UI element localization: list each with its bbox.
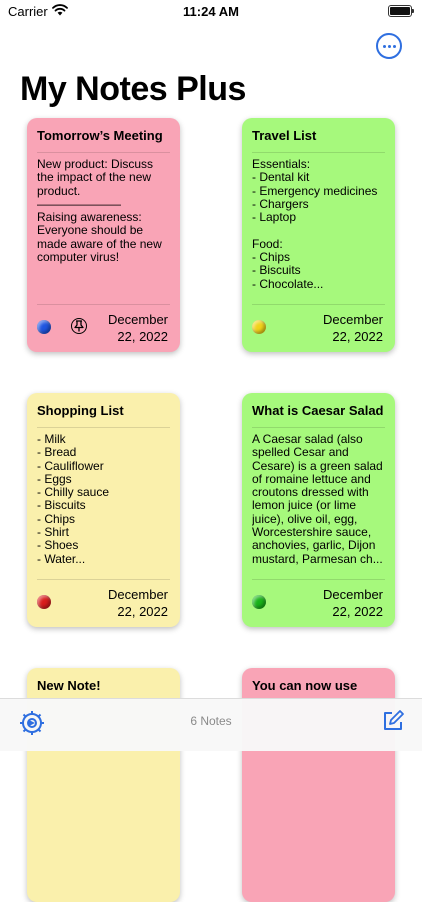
note-title: Shopping List — [37, 403, 124, 418]
note-title: Travel List — [252, 128, 317, 143]
status-bar: Carrier 11:24 AM — [0, 0, 422, 24]
note-date: December 22, 2022 — [108, 587, 168, 619]
note-title: Tomorrow’s Meeting — [37, 128, 163, 143]
note-footer-divider — [252, 304, 385, 305]
pin-icon[interactable] — [71, 318, 87, 334]
note-color-dot[interactable] — [37, 595, 51, 609]
ellipsis-dot — [383, 45, 386, 48]
note-divider — [37, 152, 170, 153]
status-time: 11:24 AM — [183, 4, 239, 19]
note-title: What is Caesar Salad — [252, 403, 384, 418]
note-footer-divider — [252, 579, 385, 580]
note-title: New Note! — [37, 678, 101, 693]
note-divider — [252, 152, 385, 153]
compose-icon[interactable] — [381, 709, 405, 738]
note-card[interactable]: What is Caesar Salad A Caesar salad (als… — [242, 393, 395, 627]
note-body: - Milk - Bread - Cauliflower - Eggs - Ch… — [37, 433, 110, 566]
ellipsis-dot — [393, 45, 396, 48]
notes-count: 6 Notes — [190, 714, 232, 728]
note-date: December 22, 2022 — [323, 587, 383, 619]
note-color-dot[interactable] — [37, 320, 51, 334]
note-date: December 22, 2022 — [108, 312, 168, 344]
page-title: My Notes Plus — [20, 70, 246, 108]
note-divider — [37, 427, 170, 428]
note-date: December 22, 2022 — [323, 312, 383, 344]
note-body: New product: Discuss the impact of the n… — [37, 158, 162, 265]
note-body: A Caesar salad (also spelled Cesar and C… — [252, 433, 383, 566]
bottom-toolbar: 6 Notes — [0, 698, 422, 751]
ellipsis-dot — [388, 45, 391, 48]
note-color-dot[interactable] — [252, 595, 266, 609]
note-divider — [252, 427, 385, 428]
note-color-dot[interactable] — [252, 320, 266, 334]
note-footer-divider — [37, 579, 170, 580]
battery-icon — [388, 5, 414, 17]
more-options-button[interactable] — [376, 33, 402, 59]
note-card[interactable]: Tomorrow’s Meeting New product: Discuss … — [27, 118, 180, 352]
note-card[interactable]: Travel List Essentials: - Dental kit - E… — [242, 118, 395, 352]
note-title: You can now use — [252, 678, 358, 693]
note-body: Essentials: - Dental kit - Emergency med… — [252, 158, 378, 291]
note-card[interactable]: Shopping List - Milk - Bread - Cauliflow… — [27, 393, 180, 627]
note-footer-divider — [37, 304, 170, 305]
